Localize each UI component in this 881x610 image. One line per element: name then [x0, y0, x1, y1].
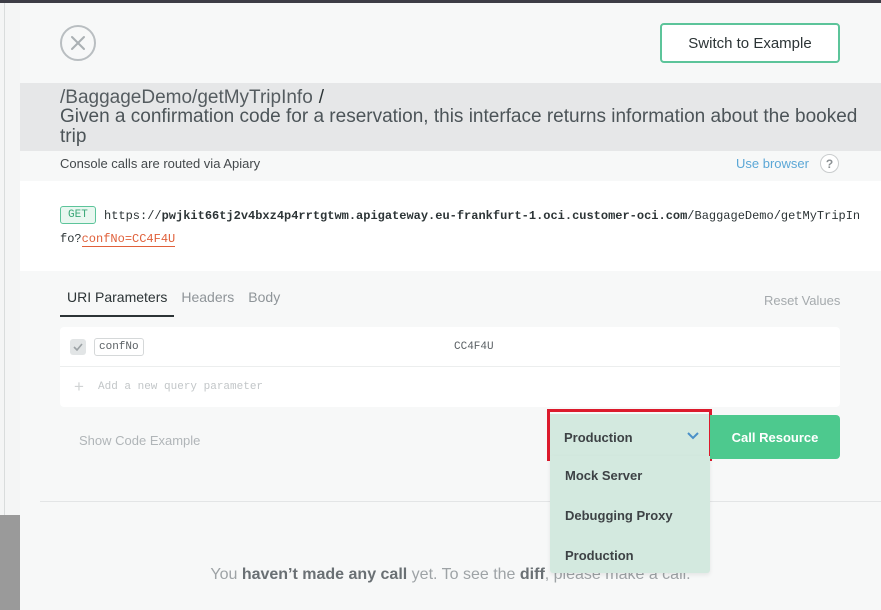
table-row: confNo CC4F4U — [60, 327, 840, 367]
environment-selected-label: Production — [564, 430, 633, 445]
show-code-example-link[interactable]: Show Code Example — [79, 433, 200, 448]
add-parameter-row[interactable]: + Add a new query parameter — [60, 367, 840, 407]
add-parameter-placeholder: Add a new query parameter — [98, 381, 264, 393]
url-path: /BaggageDemo/getMyTripIn — [687, 209, 861, 223]
menu-item-debugging-proxy[interactable]: Debugging Proxy — [565, 508, 673, 523]
switch-to-example-button[interactable]: Switch to Example — [660, 23, 840, 63]
param-enabled-checkbox[interactable] — [70, 339, 86, 355]
close-button[interactable] — [60, 25, 96, 61]
request-url-line-2: fo?confNo=CC4F4U — [60, 232, 176, 247]
empty-msg-part: yet. To see the — [407, 566, 520, 583]
left-scroll-shadow — [0, 515, 20, 610]
empty-msg-bold: diff — [519, 566, 545, 583]
url-host: pwjkit66tj2v4bxz4p4rrtgtwm.apigateway.eu… — [161, 209, 688, 223]
environment-dropdown-menu: Mock Server Debugging Proxy Production — [550, 456, 710, 573]
routing-info: Console calls are routed via Apiary — [60, 156, 261, 171]
empty-msg-part: You — [210, 566, 242, 583]
resource-path-slash: / — [318, 87, 325, 108]
console-panel: Switch to Example /BaggageDemo/getMyTrip… — [20, 3, 881, 610]
request-tabs: URI Parameters Headers Body — [60, 287, 287, 317]
empty-msg-bold: haven’t made any call — [241, 566, 408, 583]
uri-parameters-table: confNo CC4F4U + Add a new query paramete… — [60, 327, 840, 407]
url-path-continued: fo? — [60, 232, 82, 246]
tab-body[interactable]: Body — [241, 287, 287, 317]
help-icon[interactable]: ? — [820, 154, 839, 173]
call-resource-button[interactable]: Call Resource — [710, 415, 840, 459]
request-url-section: GET https://pwjkit66tj2v4bxz4p4rrtgtwm.a… — [20, 181, 881, 271]
resource-description: Given a confirmation code for a reservat… — [60, 106, 858, 147]
response-area — [40, 502, 881, 610]
empty-response-message: You haven’t made any call yet. To see th… — [0, 566, 881, 584]
left-divider-line — [4, 3, 5, 515]
http-method-badge: GET — [60, 206, 96, 224]
param-value-field[interactable]: CC4F4U — [454, 341, 494, 353]
checkmark-icon — [73, 343, 83, 351]
plus-icon: + — [74, 377, 84, 396]
request-url-line-1: https://pwjkit66tj2v4bxz4p4rrtgtwm.apiga… — [104, 209, 860, 223]
menu-item-mock-server[interactable]: Mock Server — [565, 468, 642, 483]
close-icon — [71, 36, 85, 50]
environment-select[interactable]: Production — [550, 414, 710, 460]
chevron-down-icon — [687, 432, 699, 440]
use-browser-link[interactable]: Use browser — [736, 156, 809, 171]
url-scheme: https:// — [104, 209, 162, 223]
menu-item-production[interactable]: Production — [565, 548, 634, 563]
param-name-field[interactable]: confNo — [94, 338, 144, 356]
tab-headers[interactable]: Headers — [174, 287, 241, 317]
resource-path-text: /BaggageDemo/getMyTripInfo — [60, 87, 313, 108]
url-query-param[interactable]: confNo=CC4F4U — [81, 232, 176, 247]
reset-values-link[interactable]: Reset Values — [764, 293, 840, 308]
tab-uri-parameters[interactable]: URI Parameters — [60, 287, 175, 317]
